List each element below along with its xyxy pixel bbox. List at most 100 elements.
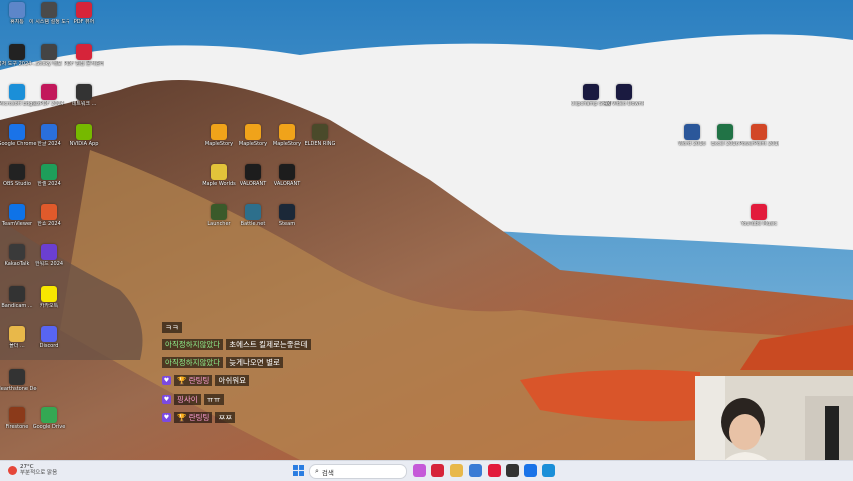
start-button[interactable] <box>292 464 305 477</box>
subscriber-badge-icon: ♥ <box>162 376 171 385</box>
valorant-icon <box>279 164 295 180</box>
maple-icon <box>279 124 295 140</box>
desktop-icon-ytmusic[interactable]: YouTube Music <box>741 204 777 227</box>
chat-nickname: 아직정하지않았다 <box>162 357 224 368</box>
network-icon <box>76 84 92 100</box>
desktop-icon-label: Discord <box>39 343 59 349</box>
teamviewer-icon <box>9 204 25 220</box>
desktop-icon-excel[interactable]: Excel 2016 <box>708 124 742 147</box>
video-icon <box>616 84 632 100</box>
chat-message: ♥ 🏆 란팅팅 아쉬워요 <box>162 375 250 386</box>
gear-icon <box>41 2 57 18</box>
document-icon <box>41 124 57 140</box>
desktop-icon-word[interactable]: Word 2016 <box>675 124 709 147</box>
taskbar-search-box[interactable]: ⌕ 검색 <box>309 464 407 479</box>
chat-message: ♥ 핑사이 ㅠㅠ <box>162 394 224 405</box>
desktop-icon-pdf-merge[interactable]: PDF 편집 문서관리 <box>64 44 104 67</box>
play-icon <box>583 84 599 100</box>
valorant-icon <box>245 164 261 180</box>
maple-icon <box>245 124 261 140</box>
desktop-icon-label: 한쇼 2024 <box>37 221 61 227</box>
desktop-icon-clipchamp[interactable]: Clipchamp Studio <box>571 84 611 107</box>
chat-message: 아직정하지않았다 늦게나오면 별로 <box>162 357 283 368</box>
camera-icon <box>9 286 25 302</box>
desktop-icon-label: 한글 2024 <box>37 141 61 147</box>
chat-message: 아직정하지않았다 초에스트 킬제로는좋은데 <box>162 339 311 350</box>
ezpdf-icon[interactable] <box>431 464 444 477</box>
chat-text: ㅠㅠ <box>203 394 224 405</box>
desktop-icon-gdrive[interactable]: Google Drive <box>32 407 66 430</box>
chat-text: 초에스트 킬제로는좋은데 <box>226 339 311 350</box>
weather-icon <box>8 465 17 475</box>
music-icon <box>751 204 767 220</box>
word-icon <box>41 244 57 260</box>
pdf-icon <box>76 44 92 60</box>
search-icon: ⌕ <box>315 467 319 475</box>
chat-nickname: 아직정하지않았다 <box>162 339 224 350</box>
desktop-icon-clip4k[interactable]: 4K Video Downloader <box>604 84 644 107</box>
desktop-icon-hwp[interactable]: 한글 2024 <box>32 124 66 147</box>
desktop-icon-hancell[interactable]: 한셀 2024 <box>32 164 66 187</box>
game-icon <box>312 124 328 140</box>
desktop-icon-discord[interactable]: Discord <box>32 326 66 349</box>
desktop-icon-sticky[interactable]: Sticky 메모 <box>32 44 66 67</box>
desktop-icon-label: ezPDF 2024 <box>34 101 64 107</box>
ytmusic-icon[interactable] <box>488 464 501 477</box>
desktop-icon-maplestory2[interactable]: MapleStory <box>236 124 270 147</box>
desktop-icon-maplestory1[interactable]: MapleStory <box>202 124 236 147</box>
game-icon <box>245 204 261 220</box>
desktop-icon-valorant2[interactable]: VALORANT <box>270 164 304 187</box>
desktop-icon-network[interactable]: 네트워크 ... <box>67 84 101 107</box>
desktop-icon-ezpdf[interactable]: ezPDF 2024 <box>32 84 66 107</box>
desktop-icon-ppt[interactable]: PowerPoint 2016 <box>739 124 779 147</box>
excel-icon <box>717 124 733 140</box>
word-icon <box>684 124 700 140</box>
desktop-icon-kakao[interactable]: 카카오톡 <box>32 286 66 309</box>
desktop-icon-maplestory3[interactable]: MapleStory <box>270 124 304 147</box>
obs-icon[interactable] <box>506 464 519 477</box>
copilot-icon[interactable] <box>413 464 426 477</box>
chat-text: 아쉬워요 <box>215 375 250 386</box>
taskbar: 27°C 부분적으로 맑음 ⌕ 검색 <box>0 460 853 481</box>
chat-message: ♥ 🏆 란팅팅 ㅉㅉ <box>162 412 236 423</box>
weather-widget[interactable]: 27°C 부분적으로 맑음 <box>8 464 57 476</box>
desktop-icon-hword[interactable]: 한워드 2024 <box>32 244 66 267</box>
edge-icon[interactable] <box>542 464 555 477</box>
chat-nickname: 🏆 란팅팅 <box>174 375 213 386</box>
store-icon[interactable] <box>469 464 482 477</box>
desktop-icon-valorant[interactable]: VALORANT <box>236 164 270 187</box>
subscriber-badge-icon: ♥ <box>162 395 171 404</box>
chrome-icon <box>9 124 25 140</box>
desktop-icon-label: 4K Video Downloader <box>604 101 644 107</box>
desktop-icon-label: 한워드 2024 <box>34 261 64 267</box>
spreadsheet-icon <box>41 164 57 180</box>
desktop-icon-label: NVIDIA App <box>69 141 99 147</box>
chat-nickname: 🏆 란팅팅 <box>174 412 213 423</box>
desktop-icon-label: 이 시스템 설정 도구... <box>29 19 69 25</box>
recycle-bin-icon <box>9 2 25 18</box>
flame-icon <box>9 407 25 423</box>
explorer-icon[interactable] <box>450 464 463 477</box>
chat-text: ㅉㅉ <box>215 412 236 423</box>
game-icon <box>211 164 227 180</box>
desktop-icon-eldenring[interactable]: ELDEN RING <box>303 124 337 147</box>
desktop-icon-label: ELDEN RING <box>304 141 336 147</box>
desktop-icon-app-x[interactable]: Launcher <box>202 204 236 227</box>
desktop-icon-nvidia[interactable]: NVIDIA App <box>67 124 101 147</box>
presentation-icon <box>41 204 57 220</box>
window-icon <box>9 44 25 60</box>
chrome-icon[interactable] <box>524 464 537 477</box>
desktop-icon-dev-tools[interactable]: 이 시스템 설정 도구... <box>29 2 69 25</box>
desktop-icon-steam[interactable]: Steam <box>270 204 304 227</box>
desktop-icon-label: Sticky 메모 <box>36 61 62 67</box>
desktop-icon-pdf-viewer[interactable]: PDF 뷰어 <box>67 2 101 25</box>
chat-message: ㅋㅋ <box>162 322 182 333</box>
game-icon <box>211 204 227 220</box>
chat-icon <box>41 286 57 302</box>
discord-icon <box>41 326 57 342</box>
desktop-icon-maple-worlds[interactable]: Maple Worlds <box>202 164 236 187</box>
pdf-icon <box>76 2 92 18</box>
desktop-icon-hearthstone[interactable]: Hearthstone Deck Tracker <box>0 369 37 392</box>
desktop-icon-hanshow[interactable]: 한쇼 2024 <box>32 204 66 227</box>
desktop-icon-app-y[interactable]: Battle.net <box>236 204 270 227</box>
